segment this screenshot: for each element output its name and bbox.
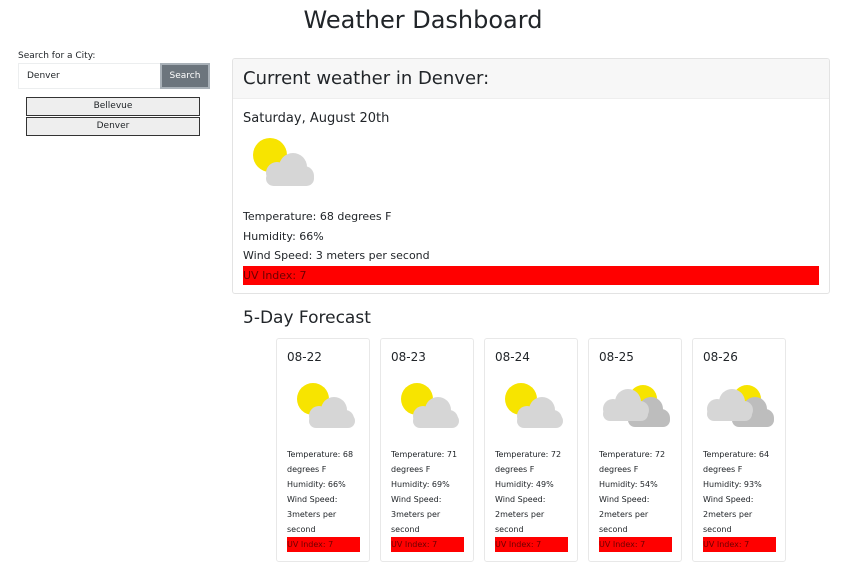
current-date: Saturday, August 20th (243, 111, 390, 126)
forecast-humidity: Humidity: 69% (391, 480, 450, 489)
forecast-title: 5-Day Forecast (243, 308, 371, 328)
current-uv-index: UV Index: 7 (243, 265, 819, 285)
forecast-wind-speed: Wind Speed: 3meters per second (287, 495, 338, 534)
partly-cloudy-day-icon (391, 379, 463, 447)
forecast-temperature: Temperature: 72 degrees F (599, 450, 666, 474)
forecast-date: 08-26 (703, 350, 738, 364)
current-weather-card: Current weather in Denver: Saturday, Aug… (232, 58, 830, 294)
forecast-humidity: Humidity: 66% (287, 480, 346, 489)
current-humidity: Humidity: 66% (243, 229, 324, 243)
city-search-input[interactable] (18, 63, 160, 89)
broken-clouds-icon (703, 379, 775, 447)
sidebar: Search for a City: Search Bellevue Denve… (18, 50, 210, 136)
history-item-bellevue[interactable]: Bellevue (26, 97, 200, 116)
forecast-date: 08-24 (495, 350, 530, 364)
forecast-wind-speed: Wind Speed: 2meters per second (495, 495, 546, 534)
search-history: Bellevue Denver (26, 97, 200, 136)
search-label: Search for a City: (18, 51, 96, 61)
current-weather-header: Current weather in Denver: (233, 59, 829, 99)
forecast-card: 08-22 Temperature: 68 degrees F Humidity… (276, 338, 370, 562)
history-item-denver[interactable]: Denver (26, 117, 200, 136)
forecast-uv-index: UV Index: 7 (287, 537, 360, 552)
forecast-wind-speed: Wind Speed: 3meters per second (391, 495, 442, 534)
current-weather-body: Saturday, August 20th Temperature: 68 de… (233, 99, 829, 285)
forecast-card: 08-24 Temperature: 72 degrees F Humidity… (484, 338, 578, 562)
forecast-card: 08-26 Temperature: 64 degrees F Humidity… (692, 338, 786, 562)
forecast-card: 08-23 Temperature: 71 degrees F Humidity… (380, 338, 474, 562)
forecast-humidity: Humidity: 54% (599, 480, 658, 489)
forecast-date: 08-22 (287, 350, 322, 364)
forecast-uv-index: UV Index: 7 (703, 537, 776, 552)
search-row: Search (18, 63, 210, 89)
partly-cloudy-day-icon (287, 379, 359, 447)
partly-cloudy-day-icon (243, 135, 819, 207)
forecast-humidity: Humidity: 49% (495, 480, 554, 489)
forecast-uv-index: UV Index: 7 (495, 537, 568, 552)
forecast-humidity: Humidity: 93% (703, 480, 762, 489)
broken-clouds-icon (599, 379, 671, 447)
forecast-date: 08-25 (599, 350, 634, 364)
forecast-temperature: Temperature: 68 degrees F (287, 450, 354, 474)
search-button[interactable]: Search (160, 63, 210, 89)
current-temperature: Temperature: 68 degrees F (243, 210, 392, 223)
partly-cloudy-day-icon (495, 379, 567, 447)
forecast-temperature: Temperature: 71 degrees F (391, 450, 458, 474)
forecast-wind-speed: Wind Speed: 2meters per second (703, 495, 754, 534)
forecast-uv-index: UV Index: 7 (599, 537, 672, 552)
page-title: Weather Dashboard (303, 6, 543, 34)
forecast-temperature: Temperature: 72 degrees F (495, 450, 562, 474)
forecast-card: 08-25 Temperature: 72 degrees F Humidity… (588, 338, 682, 562)
current-wind-speed: Wind Speed: 3 meters per second (243, 249, 430, 262)
forecast-temperature: Temperature: 64 degrees F (703, 450, 770, 474)
forecast-uv-index: UV Index: 7 (391, 537, 464, 552)
forecast-date: 08-23 (391, 350, 426, 364)
forecast-wind-speed: Wind Speed: 2meters per second (599, 495, 650, 534)
